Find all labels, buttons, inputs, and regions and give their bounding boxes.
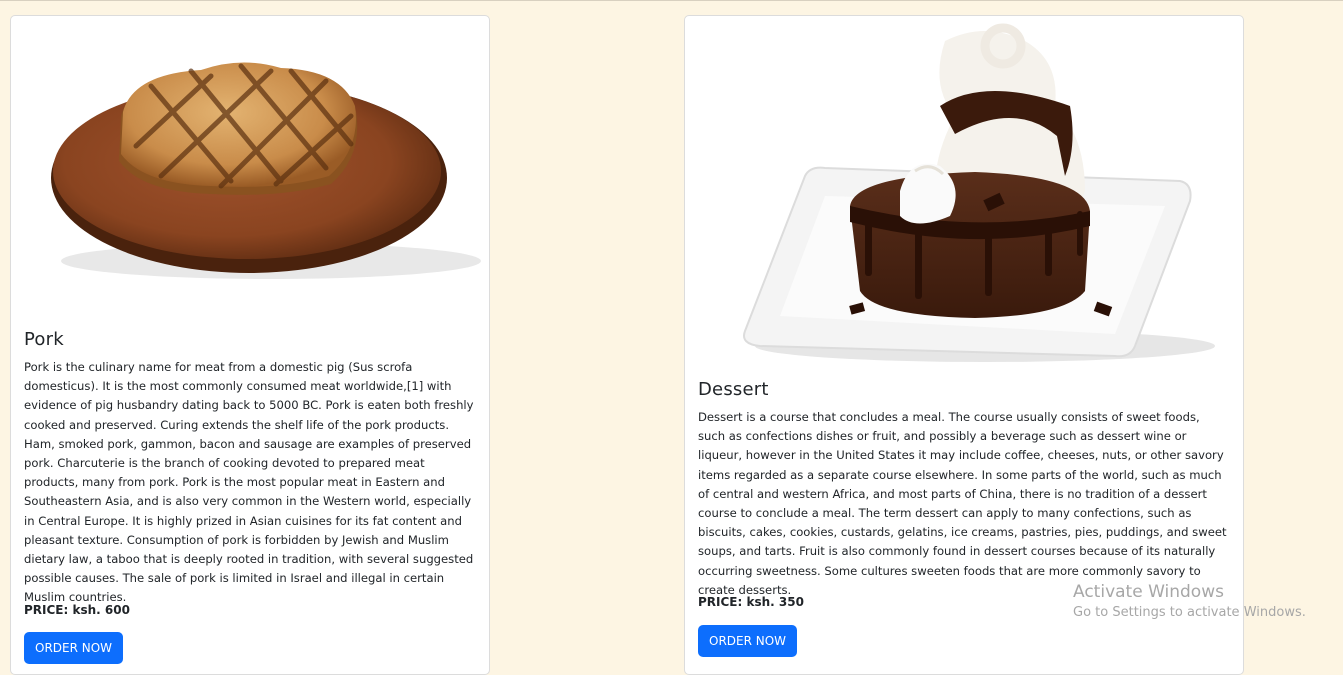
product-description: Dessert is a course that concludes a mea…: [698, 410, 1227, 597]
product-price: PRICE: ksh. 600: [24, 603, 130, 617]
order-now-button[interactable]: ORDER NOW: [698, 625, 798, 657]
product-card-pork: Pork Pork is the culinary name for meat …: [10, 15, 490, 675]
dessert-image: [743, 23, 1215, 362]
product-description: Pork is the culinary name for meat from …: [24, 360, 474, 605]
product-title: Dessert: [698, 379, 769, 400]
product-title: Pork: [24, 329, 64, 350]
pork-image: [51, 62, 481, 279]
product-price: PRICE: ksh. 350: [698, 595, 804, 609]
product-card-dessert: Dessert Dessert is a course that conclud…: [684, 15, 1244, 675]
order-now-button[interactable]: ORDER NOW: [24, 632, 124, 664]
